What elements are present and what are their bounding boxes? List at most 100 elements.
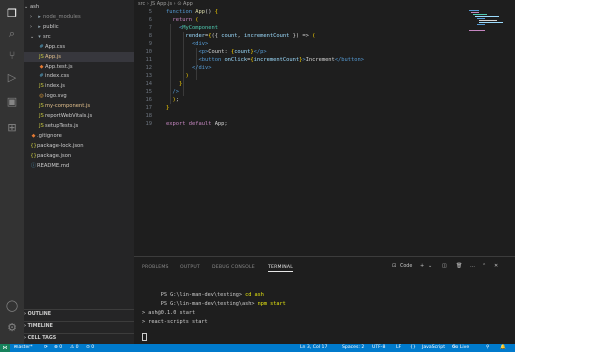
search-icon[interactable]: ⌕ xyxy=(4,26,20,42)
code-token: count xyxy=(221,33,238,39)
code-token: Count: xyxy=(208,49,231,55)
code-token: ( xyxy=(195,17,199,23)
tree-item-public[interactable]: › ▸ public xyxy=(24,22,140,32)
code-line: 10 <p>Count: {count}</p> xyxy=(134,48,267,56)
tree-item-app-css[interactable]: #App.css xyxy=(24,42,148,52)
file-type-icon: ▸ xyxy=(38,23,41,30)
add-terminal-icon[interactable]: + xyxy=(420,263,424,269)
remote-indicator-icon[interactable]: ⋈ xyxy=(0,344,10,352)
terminal-line: > react-scripts start xyxy=(142,319,208,325)
close-icon[interactable]: ✕ xyxy=(494,263,498,269)
explorer-sidebar: ⌄ ash › ▸ node_modules › ▸ public ⌄ ▾ src #App.css… xyxy=(24,0,148,344)
line-number: 12 xyxy=(145,65,153,71)
notifications-icon[interactable]: 🔔 xyxy=(500,344,506,352)
section-timeline[interactable]: › TIMELINE xyxy=(24,321,134,332)
end-of-line[interactable]: LF xyxy=(396,344,401,352)
account-icon[interactable]: ◯ xyxy=(4,298,20,314)
tree-item-app-test-js[interactable]: ◆ App.test.js xyxy=(24,62,148,72)
tree-item-label: App.test.js xyxy=(45,63,73,70)
file-type-icon: ⓘ xyxy=(30,162,36,169)
tree-item-setuptests-js[interactable]: JSsetupTests.js xyxy=(24,121,148,131)
trash-icon[interactable]: 🗑 xyxy=(456,263,462,269)
terminal-cursor xyxy=(142,333,147,341)
tree-item-my-component-js[interactable]: JSmy-component.js xyxy=(24,101,148,111)
code-token: <button xyxy=(198,57,225,63)
code-token: render xyxy=(185,33,205,39)
line-number: 15 xyxy=(145,89,153,95)
split-terminal-icon[interactable]: ◫ xyxy=(442,263,447,269)
tree-item-logo-svg[interactable]: ◎logo.svg xyxy=(24,91,148,101)
tab-problems[interactable]: PROBLEMS xyxy=(142,265,169,270)
file-type-icon: JS xyxy=(39,122,44,129)
extensions-icon[interactable]: ⊞ xyxy=(4,120,20,136)
file-type-icon: JS xyxy=(39,53,44,60)
more-icon[interactable]: … xyxy=(470,263,475,269)
tree-item-package-lock-json[interactable]: {}package-lock.json xyxy=(24,141,140,151)
cursor-position[interactable]: Ln 3, Col 17 xyxy=(300,344,327,352)
language-mode[interactable]: JavaScript xyxy=(422,344,445,352)
source-control-icon[interactable]: ⑂ xyxy=(4,48,20,64)
terminal-name[interactable]: Code xyxy=(400,264,412,269)
line-number: 6 xyxy=(148,17,152,23)
ports-count[interactable]: ⊙ 0 xyxy=(86,344,94,352)
code-line: 9 <div> xyxy=(134,40,208,48)
code-token: () xyxy=(204,9,215,15)
code-token: ({ xyxy=(211,33,222,39)
file-type-icon: {} xyxy=(30,142,37,149)
tree-item-src[interactable]: ⌄ ▾ src xyxy=(24,32,140,42)
code-editor[interactable]: src › JS App.js › ⊙ App 5 function App() … xyxy=(134,0,515,256)
breadcrumb[interactable]: src › JS App.js › ⊙ App xyxy=(138,0,193,8)
errors-count[interactable]: ⊗ 0 xyxy=(54,344,62,352)
explorer-icon[interactable]: ❐ xyxy=(4,6,20,22)
encoding[interactable]: UTF-8 xyxy=(372,344,385,352)
terminal-line: PS G:\lin-man-dev\testing\ash> npm start xyxy=(160,301,286,307)
code-line: 15 /> xyxy=(134,88,180,96)
account-status-icon[interactable]: ⚲ xyxy=(486,344,489,352)
tree-item-label: .gitignore xyxy=(37,132,62,139)
code-token: App; xyxy=(214,121,228,127)
tree-item-readme-md[interactable]: ⓘREADME.md xyxy=(24,161,140,171)
tree-item-label: my-component.js xyxy=(45,103,91,110)
run-debug-icon[interactable]: ▷ xyxy=(4,70,20,86)
code-token: } xyxy=(178,81,183,87)
tree-item-gitignore[interactable]: ◆ .gitignore xyxy=(24,131,140,141)
tree-item-label: index.css xyxy=(45,73,70,80)
sync-icon[interactable]: ⟳ xyxy=(44,344,48,352)
code-token: export default xyxy=(166,121,215,127)
file-type-icon: ▸ xyxy=(38,14,41,20)
code-line: 6 return ( xyxy=(134,16,199,24)
indentation[interactable]: Spaces: 2 xyxy=(342,344,364,352)
tree-item-index-js[interactable]: JSindex.js xyxy=(24,81,148,91)
tree-item-index-css[interactable]: #index.css xyxy=(24,71,148,81)
chevron-down-icon[interactable]: ⌄ xyxy=(428,263,432,269)
code-token: <div> xyxy=(191,41,209,47)
tree-item-app-js[interactable]: JSApp.jsM xyxy=(24,51,148,62)
remote-explorer-icon[interactable]: ▣ xyxy=(4,94,20,110)
tree-item-label: logo.svg xyxy=(45,93,67,100)
gear-icon[interactable]: ⚙ xyxy=(4,320,20,336)
warnings-count[interactable]: ⚠ 0 xyxy=(70,344,79,352)
tree-item-label: node_modules xyxy=(43,14,81,20)
tree-item-reportwebvitals-js[interactable]: JSreportWebVitals.js xyxy=(24,111,148,121)
code-token: incrementCount xyxy=(243,33,290,39)
section-cell-tags[interactable]: › CELL TAGS xyxy=(24,333,134,344)
tree-item-label: package.json xyxy=(37,152,72,159)
tree-item-node-modules[interactable]: › ▸ node_modules xyxy=(24,12,140,22)
tree-item-package-json[interactable]: {}package.json xyxy=(24,151,140,161)
tab-debug-console[interactable]: DEBUG CONSOLE xyxy=(212,265,255,270)
terminal-cursor-line[interactable] xyxy=(142,333,147,341)
section-outline[interactable]: › OUTLINE xyxy=(24,309,134,320)
tree-root-ash[interactable]: ⌄ ash xyxy=(24,2,134,12)
tree-item-label: src xyxy=(43,33,51,40)
line-number: 10 xyxy=(145,49,153,55)
minimap[interactable] xyxy=(467,8,505,34)
tab-terminal[interactable]: TERMINAL xyxy=(268,265,293,272)
tab-output[interactable]: OUTPUT xyxy=(180,265,200,270)
language-mode-icon[interactable]: {} xyxy=(410,344,416,352)
maximize-panel-icon[interactable]: ⌃ xyxy=(482,263,486,269)
code-token: MyComponent xyxy=(182,25,218,31)
tree-item-label: setupTests.js xyxy=(45,122,79,129)
